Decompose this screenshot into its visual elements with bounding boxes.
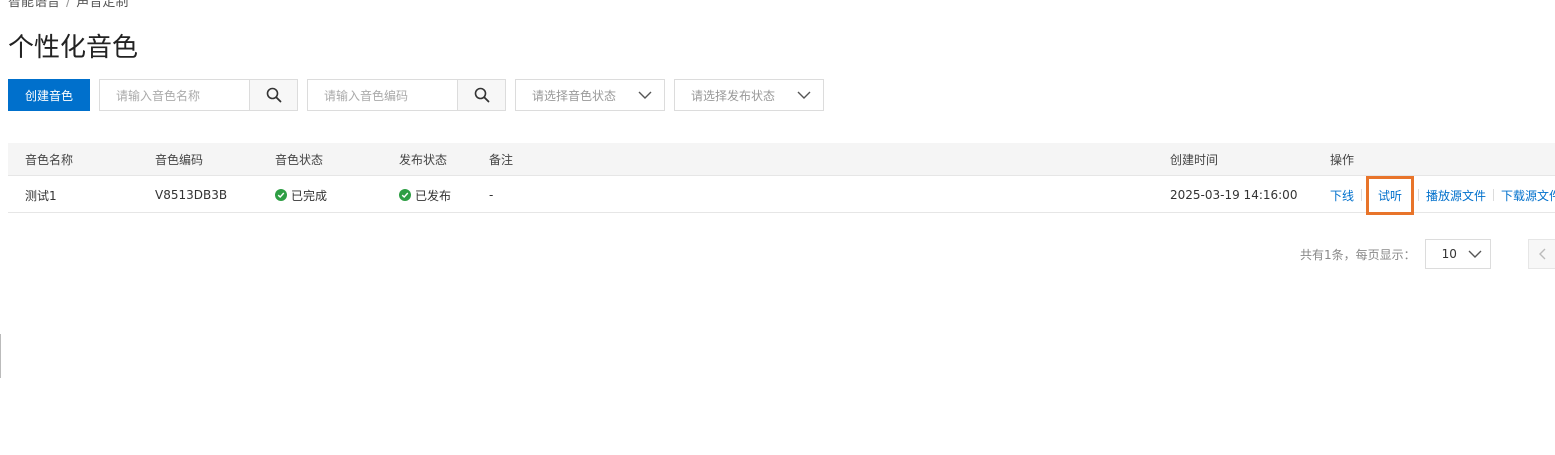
table-row: 测试1 V8513DB3B 已完成 已发布 - 2025-03-19 14:16… — [8, 175, 1555, 215]
play-source-link[interactable]: 播放源文件 — [1426, 187, 1486, 204]
chevron-down-icon — [797, 91, 811, 99]
code-search: 请输入音色编码 — [307, 79, 507, 111]
voice-status-placeholder: 请选择音色状态 — [532, 88, 617, 103]
header-created: 创建时间 — [1170, 152, 1219, 167]
cell-code: V8513DB3B — [155, 188, 228, 202]
page-size-value: 10 — [1441, 247, 1457, 261]
cell-name: 测试1 — [25, 188, 57, 203]
breadcrumb: 智能语音 / 声音定制 — [8, 0, 128, 10]
create-voice-button[interactable]: 创建音色 — [8, 79, 91, 111]
action-divider — [1361, 189, 1363, 201]
header-remark: 备注 — [489, 152, 514, 167]
listen-link[interactable]: 试听 — [1378, 187, 1402, 204]
cell-remark: - — [489, 188, 494, 202]
header-voice-status: 音色状态 — [275, 152, 324, 167]
publish-status-select[interactable]: 请选择发布状态 — [674, 79, 825, 111]
page-title: 个性化音色 — [8, 33, 139, 63]
voice-status-text: 已完成 — [291, 188, 328, 203]
name-search-input[interactable]: 请输入音色名称 — [99, 79, 250, 111]
cell-actions: 下线 试听 播放源文件 下载源文件 — [1330, 175, 1555, 215]
chevron-left-icon — [1539, 248, 1546, 260]
header-code: 音色编码 — [155, 152, 204, 167]
breadcrumb-separator: / — [66, 0, 71, 10]
page: 智能语音 / 声音定制 个性化音色 创建音色 请输入音色名称 请输入音色编码 请选择… — [0, 0, 1555, 455]
page-size-select[interactable]: 10 — [1424, 239, 1491, 269]
check-circle-icon — [399, 189, 411, 201]
header-name: 音色名称 — [25, 152, 74, 167]
table-header: 音色名称 音色编码 音色状态 发布状态 备注 创建时间 操作 — [8, 143, 1555, 176]
header-actions: 操作 — [1330, 152, 1355, 167]
chevron-down-icon — [638, 91, 652, 99]
search-icon — [474, 87, 489, 103]
download-source-link[interactable]: 下载源文件 — [1501, 187, 1555, 204]
breadcrumb-item-voice[interactable]: 智能语音 — [8, 0, 60, 10]
action-divider — [1418, 189, 1420, 201]
code-search-input[interactable]: 请输入音色编码 — [307, 79, 458, 111]
offline-link[interactable]: 下线 — [1330, 187, 1354, 204]
action-divider — [1493, 189, 1495, 201]
cell-created: 2025-03-19 14:16:00 — [1170, 188, 1298, 202]
breadcrumb-item-custom[interactable]: 声音定制 — [76, 0, 128, 10]
pagination-total: 共有1条，每页显示： — [1300, 247, 1416, 262]
toolbar: 创建音色 请输入音色名称 请输入音色编码 请选择音色状态 请选择发布状态 — [8, 79, 833, 111]
publish-status-text: 已发布 — [415, 188, 452, 203]
listen-highlight: 试听 — [1366, 175, 1415, 215]
search-icon — [266, 87, 281, 103]
voice-status-select[interactable]: 请选择音色状态 — [515, 79, 666, 111]
chevron-down-icon — [1468, 250, 1482, 258]
cell-publish-status: 已发布 — [399, 177, 451, 213]
check-circle-icon — [275, 189, 287, 201]
code-search-button[interactable] — [457, 79, 507, 111]
prev-page-button[interactable] — [1528, 239, 1555, 269]
cell-voice-status: 已完成 — [275, 177, 327, 213]
header-publish-status: 发布状态 — [399, 152, 448, 167]
publish-status-placeholder: 请选择发布状态 — [691, 88, 776, 103]
name-search: 请输入音色名称 — [99, 79, 299, 111]
voice-table: 音色名称 音色编码 音色状态 发布状态 备注 创建时间 操作 测试1 V8513… — [8, 143, 1555, 215]
pagination: 共有1条，每页显示： 10 — [1300, 239, 1555, 269]
scroll-edge-marker — [0, 334, 1, 378]
name-search-button[interactable] — [249, 79, 299, 111]
